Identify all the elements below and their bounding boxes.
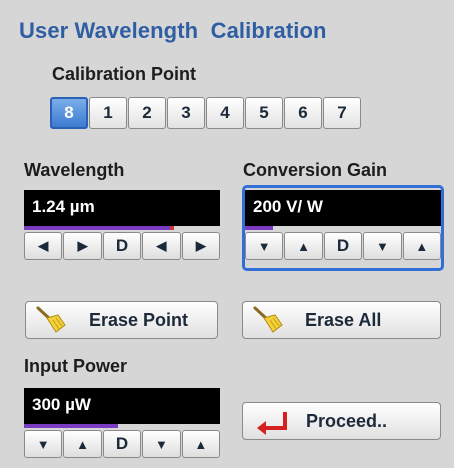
erase-all-button[interactable]: Erase All bbox=[242, 301, 441, 339]
calibration-point-selector: 8 1 2 3 4 5 6 7 bbox=[50, 97, 362, 133]
input-power-default-button[interactable]: D bbox=[102, 430, 142, 458]
conversion-gain-fine-up-button[interactable]: ▲ bbox=[402, 232, 442, 260]
calibration-point-2-button[interactable]: 2 bbox=[128, 97, 166, 129]
calibration-point-6-button[interactable]: 6 bbox=[284, 97, 322, 129]
calibration-point-label: Calibration Point bbox=[52, 64, 196, 84]
conversion-gain-default-button[interactable]: D bbox=[323, 232, 363, 260]
wavelength-default-button[interactable]: D bbox=[102, 232, 142, 260]
conversion-gain-down-button[interactable]: ▼ bbox=[245, 232, 284, 260]
conversion-gain-fine-down-button[interactable]: ▼ bbox=[363, 232, 402, 260]
input-power-controls: ▼ ▲ D ▼ ▲ bbox=[24, 430, 221, 458]
erase-point-label: Erase Point bbox=[89, 309, 189, 330]
proceed-button[interactable]: Proceed.. bbox=[242, 402, 441, 440]
conversion-gain-up-button[interactable]: ▲ bbox=[284, 232, 323, 260]
conversion-gain-controls: ▼ ▲ D ▼ ▲ bbox=[245, 232, 442, 260]
calibration-panel: User Wavelength Calibration Calibration … bbox=[0, 0, 454, 466]
calibration-point-5-button[interactable]: 5 bbox=[245, 97, 283, 129]
calibration-point-4-button[interactable]: 4 bbox=[206, 97, 244, 129]
panel-title: User Wavelength Calibration bbox=[19, 18, 327, 43]
input-power-up-button[interactable]: ▲ bbox=[63, 430, 102, 458]
input-power-down-button[interactable]: ▼ bbox=[24, 430, 63, 458]
broom-icon bbox=[253, 306, 283, 333]
input-power-control: 300 µW ▼ ▲ D ▼ ▲ bbox=[24, 388, 221, 468]
wavelength-coarse-left-button[interactable]: ◀ bbox=[24, 232, 63, 260]
input-power-level-bar bbox=[24, 424, 118, 428]
wavelength-fine-left-button[interactable]: ◀ bbox=[142, 232, 181, 260]
calibration-point-1-button[interactable]: 1 bbox=[89, 97, 127, 129]
input-power-value[interactable]: 300 µW bbox=[24, 388, 220, 424]
erase-point-button[interactable]: Erase Point bbox=[25, 301, 218, 339]
wavelength-control: 1.24 µm ◀ ▶ D ◀ ▶ bbox=[24, 190, 221, 270]
conversion-gain-value[interactable]: 200 V/ W bbox=[245, 190, 441, 226]
input-power-fine-up-button[interactable]: ▲ bbox=[181, 430, 221, 458]
wavelength-level-bar bbox=[24, 226, 170, 230]
enter-arrow-icon bbox=[257, 412, 287, 435]
conversion-gain-label: Conversion Gain bbox=[243, 160, 388, 180]
erase-all-label: Erase All bbox=[305, 309, 382, 330]
calibration-point-3-button[interactable]: 3 bbox=[167, 97, 205, 129]
proceed-label: Proceed.. bbox=[306, 410, 388, 431]
calibration-point-7-button[interactable]: 7 bbox=[323, 97, 361, 129]
wavelength-fine-right-button[interactable]: ▶ bbox=[181, 232, 221, 260]
input-power-label: Input Power bbox=[24, 356, 127, 376]
wavelength-coarse-right-button[interactable]: ▶ bbox=[63, 232, 102, 260]
wavelength-label: Wavelength bbox=[24, 160, 125, 180]
conversion-gain-control: 200 V/ W ▼ ▲ D ▼ ▲ bbox=[245, 190, 442, 270]
wavelength-level-marker bbox=[170, 226, 174, 230]
wavelength-value[interactable]: 1.24 µm bbox=[24, 190, 220, 226]
broom-icon bbox=[36, 306, 66, 333]
input-power-fine-down-button[interactable]: ▼ bbox=[142, 430, 181, 458]
calibration-point-8-button[interactable]: 8 bbox=[50, 97, 88, 129]
conversion-gain-level-bar bbox=[245, 226, 273, 230]
wavelength-controls: ◀ ▶ D ◀ ▶ bbox=[24, 232, 221, 260]
